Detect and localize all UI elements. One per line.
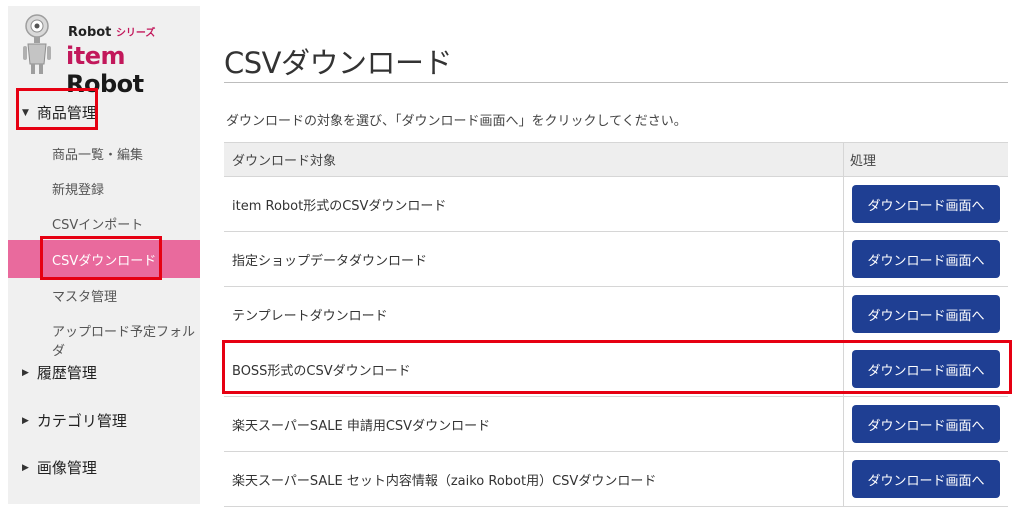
caret-right-icon: ▶ bbox=[22, 462, 29, 473]
table-header: ダウンロード対象 処理 bbox=[224, 143, 1008, 177]
brand-series-suffix: シリーズ bbox=[115, 28, 156, 39]
row-target: 楽天スーパーSALE 申請用CSVダウンロード bbox=[224, 397, 844, 451]
annotation-highlight-boss-row bbox=[222, 340, 1012, 394]
download-screen-button[interactable]: ダウンロード画面へ bbox=[852, 295, 1000, 333]
row-target: 指定ショップデータダウンロード bbox=[224, 232, 844, 286]
table-row: 指定ショップデータダウンロード ダウンロード画面へ bbox=[224, 232, 1008, 287]
brand-name-item: item bbox=[66, 42, 125, 70]
title-divider bbox=[224, 82, 1008, 83]
header-action: 処理 bbox=[850, 154, 877, 169]
table-row: 楽天スーパーSALE セット内容情報（zaiko Robot用）CSVダウンロー… bbox=[224, 452, 1008, 507]
robot-mascot-icon bbox=[23, 14, 51, 74]
caret-right-icon: ▶ bbox=[22, 415, 29, 426]
sidebar-item-upload-folder[interactable]: アップロード予定フォルダ bbox=[52, 321, 200, 359]
instruction-text: ダウンロードの対象を選び、「ダウンロード画面へ」をクリックしてください。 bbox=[226, 114, 687, 129]
sidebar-section-image[interactable]: ▶ 画像管理 bbox=[22, 457, 97, 478]
row-target: 楽天スーパーSALE セット内容情報（zaiko Robot用）CSVダウンロー… bbox=[224, 452, 844, 506]
sidebar-section-label: 履歴管理 bbox=[36, 364, 97, 382]
download-screen-button[interactable]: ダウンロード画面へ bbox=[852, 240, 1000, 278]
sidebar-item-new-registration[interactable]: 新規登録 bbox=[52, 179, 104, 198]
page-title: CSVダウンロード bbox=[224, 46, 453, 80]
sidebar-item-master[interactable]: マスタ管理 bbox=[52, 286, 117, 305]
brand-series-prefix: Robot bbox=[68, 25, 112, 40]
download-screen-button[interactable]: ダウンロード画面へ bbox=[852, 460, 1000, 498]
download-screen-button[interactable]: ダウンロード画面へ bbox=[852, 185, 1000, 223]
row-target: item Robot形式のCSVダウンロード bbox=[224, 177, 844, 231]
annotation-highlight-product bbox=[16, 88, 98, 130]
sidebar-item-csv-import[interactable]: CSVインポート bbox=[52, 214, 143, 233]
brand-series: Robot シリーズ bbox=[68, 24, 155, 40]
sidebar-section-label: 画像管理 bbox=[36, 459, 97, 477]
caret-right-icon: ▶ bbox=[22, 367, 29, 378]
table-row: テンプレートダウンロード ダウンロード画面へ bbox=[224, 287, 1008, 342]
annotation-highlight-csv-download bbox=[40, 236, 162, 280]
sidebar: Robot シリーズ item Robot ▼ 商品管理 商品一覧・編集 新規登… bbox=[8, 6, 200, 504]
download-table: ダウンロード対象 処理 item Robot形式のCSVダウンロード ダウンロー… bbox=[224, 142, 1008, 507]
table-row: item Robot形式のCSVダウンロード ダウンロード画面へ bbox=[224, 177, 1008, 232]
download-screen-button[interactable]: ダウンロード画面へ bbox=[852, 405, 1000, 443]
sidebar-item-product-list[interactable]: 商品一覧・編集 bbox=[52, 144, 143, 163]
brand-logo[interactable]: Robot シリーズ item Robot bbox=[16, 10, 196, 98]
table-row: 楽天スーパーSALE 申請用CSVダウンロード ダウンロード画面へ bbox=[224, 397, 1008, 452]
sidebar-section-label: カテゴリ管理 bbox=[36, 412, 127, 430]
sidebar-section-history[interactable]: ▶ 履歴管理 bbox=[22, 362, 97, 383]
header-target: ダウンロード対象 bbox=[224, 143, 844, 176]
sidebar-section-category[interactable]: ▶ カテゴリ管理 bbox=[22, 410, 127, 431]
row-target: テンプレートダウンロード bbox=[224, 287, 844, 341]
